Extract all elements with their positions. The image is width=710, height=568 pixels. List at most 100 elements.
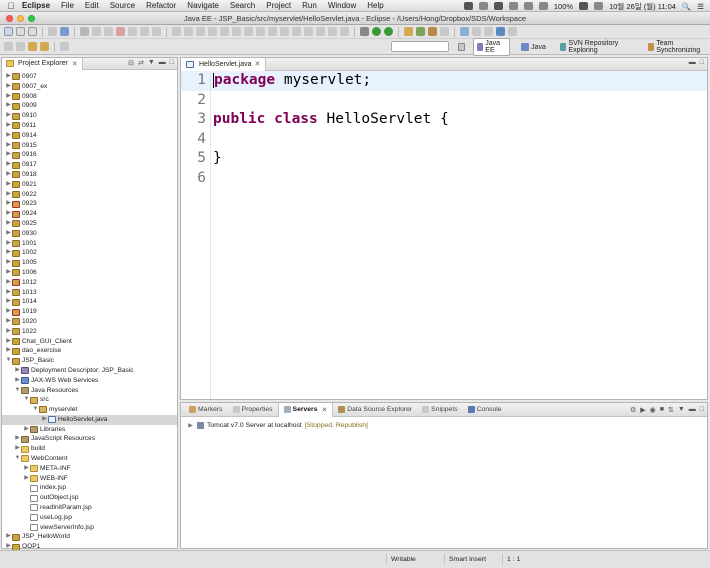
tree-item[interactable]: ▼ Java Resources [2, 386, 177, 396]
open-perspective-icon[interactable] [458, 43, 465, 51]
tray-cloud-icon[interactable] [478, 2, 488, 10]
tab-console[interactable]: Console [463, 403, 507, 417]
close-icon[interactable]: ✕ [321, 406, 327, 414]
code-line[interactable]: package myservlet; [211, 71, 707, 91]
twisty-icon[interactable]: ▶ [5, 160, 12, 170]
twisty-icon[interactable]: ▶ [5, 229, 12, 239]
tab-markers[interactable]: Markers [184, 403, 228, 417]
tree-item[interactable]: ▶ build [2, 444, 177, 454]
spotlight-icon[interactable]: 🔍 [682, 2, 691, 11]
tree-item[interactable]: ▶ 1013 [2, 288, 177, 298]
tree-item[interactable]: ▶ 0908 [2, 92, 177, 102]
stop-server-icon[interactable]: ■ [660, 406, 664, 414]
tool-icon[interactable] [304, 27, 313, 36]
server-icon[interactable] [48, 27, 57, 36]
forward-icon[interactable] [40, 42, 49, 51]
maximize-icon[interactable]: □ [170, 59, 174, 67]
tree-item[interactable]: ▶ 0924 [2, 209, 177, 219]
menu-file[interactable]: File [61, 1, 74, 10]
twisty-icon[interactable]: ▶ [14, 366, 21, 376]
terminate-icon[interactable] [116, 27, 125, 36]
profile-server-icon[interactable]: ◉ [650, 406, 656, 414]
save-icon[interactable] [16, 27, 25, 36]
tree-item[interactable]: ▶ 0916 [2, 150, 177, 160]
code-text-area[interactable]: package myservlet; public class HelloServ… [211, 71, 707, 399]
tree-item[interactable]: ▶ Deployment Descriptor: JSP_Basic [2, 366, 177, 376]
tool-icon[interactable] [484, 27, 493, 36]
tree-item[interactable]: ▶ 0917 [2, 160, 177, 170]
code-line[interactable]: } [211, 149, 707, 169]
tree-item[interactable]: ▶ 0923 [2, 199, 177, 209]
step-return-icon[interactable] [152, 27, 161, 36]
apple-icon[interactable]:  [0, 1, 22, 11]
close-window-button[interactable] [6, 15, 13, 22]
tree-item[interactable]: index.jsp [2, 483, 177, 493]
resume-icon[interactable] [92, 27, 101, 36]
last-edit-icon[interactable] [16, 42, 25, 51]
twisty-icon[interactable]: ▶ [41, 415, 48, 425]
twisty-icon[interactable]: ▶ [5, 248, 12, 258]
tree-item[interactable]: ▶ Libraries [2, 425, 177, 435]
menu-window[interactable]: Window [328, 1, 356, 10]
tree-item[interactable]: ▼ src [2, 395, 177, 405]
tool-icon[interactable] [232, 27, 241, 36]
twisty-icon[interactable]: ▶ [5, 131, 12, 141]
twisty-icon[interactable]: ▶ [5, 180, 12, 190]
use-step-filters-icon[interactable] [184, 27, 193, 36]
code-line[interactable] [211, 130, 707, 150]
tree-item[interactable]: ▼ JSP_Basic [2, 356, 177, 366]
code-line[interactable] [211, 169, 707, 189]
tree-item[interactable]: ▶ 0911 [2, 121, 177, 131]
tab-snippets[interactable]: Snippets [417, 403, 462, 417]
menu-refactor[interactable]: Refactor [146, 1, 176, 10]
twisty-icon[interactable]: ▶ [5, 307, 12, 317]
collapse-all-icon[interactable]: ⊟ [128, 59, 134, 67]
tab-properties[interactable]: Properties [228, 403, 278, 417]
tree-item[interactable]: readInitParam.jsp [2, 503, 177, 513]
tree-item[interactable]: ▶ 1002 [2, 248, 177, 258]
tool-icon[interactable] [508, 27, 517, 36]
step-over-icon[interactable] [140, 27, 149, 36]
twisty-icon[interactable]: ▶ [14, 444, 21, 454]
twisty-icon[interactable]: ▶ [5, 219, 12, 229]
twisty-icon[interactable]: ▶ [5, 278, 12, 288]
web-icon[interactable] [60, 27, 69, 36]
tree-item[interactable]: ▶ 1022 [2, 327, 177, 337]
twisty-icon[interactable]: ▶ [5, 111, 12, 121]
tree-item[interactable]: ▶ Chat_GUI_Client [2, 337, 177, 347]
twisty-icon[interactable]: ▼ [32, 405, 39, 415]
twisty-icon[interactable]: ▶ [5, 288, 12, 298]
tray-timemachine-icon[interactable] [493, 2, 503, 10]
twisty-icon[interactable]: ▶ [5, 199, 12, 209]
tray-app-icon[interactable] [463, 2, 473, 10]
run-icon[interactable] [372, 27, 381, 36]
gear-icon[interactable] [360, 27, 369, 36]
view-menu-icon[interactable]: ▼ [148, 59, 155, 67]
tree-item[interactable]: ▶ 1005 [2, 258, 177, 268]
globe-icon[interactable] [496, 27, 505, 36]
back-icon[interactable] [28, 42, 37, 51]
tree-item[interactable]: ▶ JavaScript Resources [2, 434, 177, 444]
tree-item[interactable]: ▶ 1019 [2, 307, 177, 317]
twisty-icon[interactable]: ▶ [5, 268, 12, 278]
tree-item[interactable]: ▶ 0922 [2, 190, 177, 200]
tree-item[interactable]: viewServerInfo.jsp [2, 523, 177, 533]
tree-item[interactable]: ▶ JAX-WS Web Services [2, 376, 177, 386]
tree-item[interactable]: ▶ JSP_HelloWorld [2, 532, 177, 542]
close-icon[interactable]: ✕ [72, 60, 78, 68]
twisty-icon[interactable]: ▶ [5, 121, 12, 131]
tool-icon[interactable] [196, 27, 205, 36]
menu-help[interactable]: Help [367, 1, 383, 10]
twisty-icon[interactable]: ▶ [5, 82, 12, 92]
tool-icon[interactable] [440, 27, 449, 36]
maximize-icon[interactable]: □ [700, 59, 704, 66]
zoom-window-button[interactable] [28, 15, 35, 22]
tree-item[interactable]: ▶ 0910 [2, 111, 177, 121]
twisty-icon[interactable]: ▶ [5, 209, 12, 219]
minimize-icon[interactable]: ▬ [159, 59, 166, 67]
menu-project[interactable]: Project [266, 1, 291, 10]
clock[interactable]: 10월 26일 (월) 11:04 [609, 1, 676, 12]
start-server-icon[interactable]: ▶ [640, 406, 645, 414]
twisty-icon[interactable]: ▶ [5, 532, 12, 542]
tree-item[interactable]: ▶ 1006 [2, 268, 177, 278]
